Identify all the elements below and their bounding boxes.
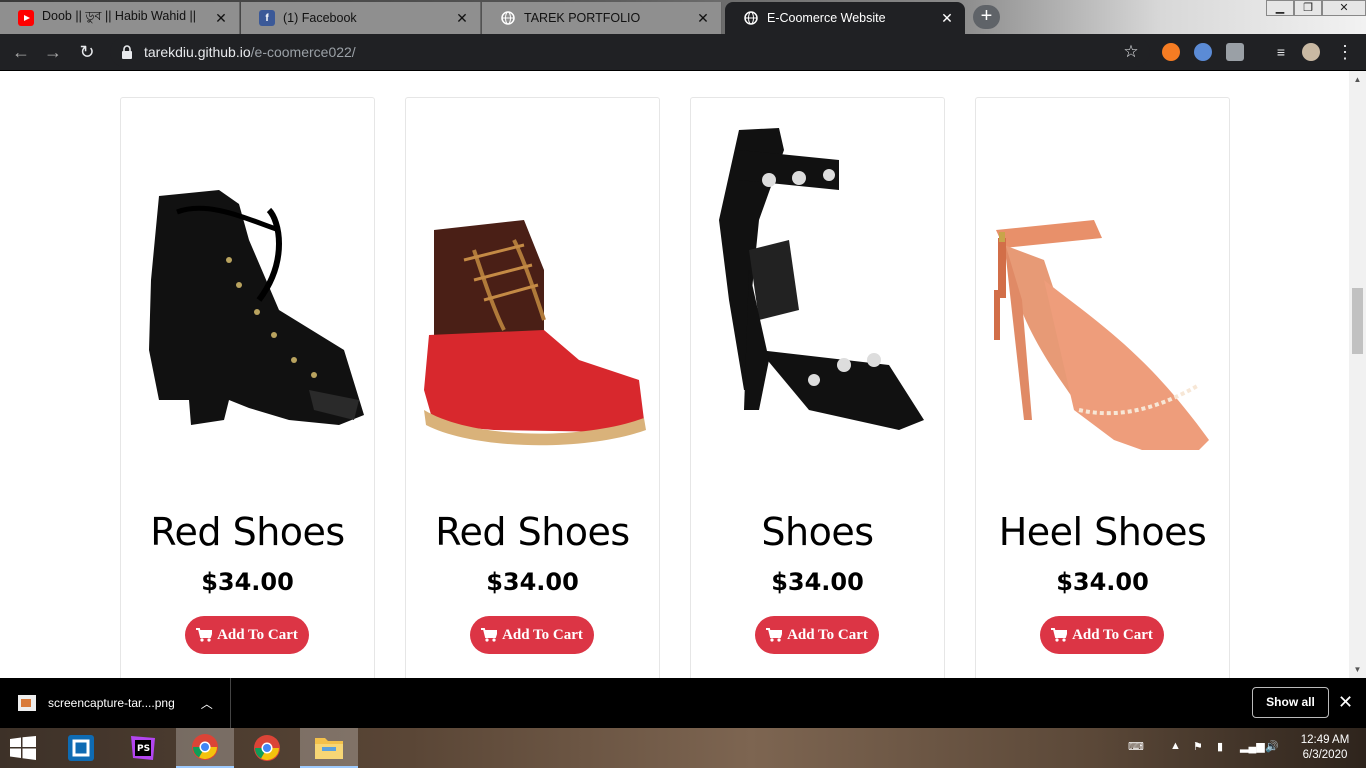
minimize-button[interactable]: ▁ — [1266, 0, 1294, 16]
lock-icon — [122, 45, 132, 59]
add-to-cart-button[interactable]: Add To Cart — [185, 616, 309, 654]
cart-icon — [196, 628, 213, 642]
folder-icon — [315, 738, 343, 759]
taskbar-app-file-explorer[interactable] — [300, 728, 358, 768]
windows-start-icon[interactable] — [10, 736, 36, 760]
tab-facebook[interactable]: f (1) Facebook ✕ — [241, 2, 481, 34]
tab-portfolio[interactable]: TAREK PORTFOLIO ✕ — [482, 2, 722, 34]
url-host: tarekdiu.github.io — [144, 44, 251, 60]
phpstorm-icon: PS — [131, 736, 155, 760]
tab-doob[interactable]: Doob || ডুব || Habib Wahid || ✕ — [0, 2, 240, 34]
url-path: /e-coomerce022/ — [250, 44, 356, 60]
product-name: Heel Shoes — [998, 510, 1207, 554]
scroll-down-arrow-icon[interactable]: ▼ — [1349, 661, 1366, 678]
add-to-cart-button[interactable]: Add To Cart — [1040, 616, 1164, 654]
reload-icon[interactable]: ↻ — [76, 42, 98, 64]
windows-taskbar: PS ⌨ ▲ ⚑ ▮ ▂▄▆ 🔊 12:49 AM 6/3/2020 — [0, 728, 1366, 768]
show-all-button[interactable]: Show all — [1252, 687, 1329, 718]
product-image-jeweled-heel — [719, 128, 924, 430]
facebook-icon: f — [259, 10, 275, 26]
avatar[interactable] — [1302, 43, 1320, 61]
product-price: $34.00 — [201, 568, 294, 596]
add-to-cart-label: Add To Cart — [787, 626, 868, 643]
globe-icon — [743, 10, 759, 26]
scroll-up-arrow-icon[interactable]: ▲ — [1349, 71, 1366, 88]
chrome-icon — [192, 734, 218, 760]
product-image-black-bootie — [149, 190, 364, 425]
product-card: Heel Shoes $34.00 Add To Cart — [975, 97, 1230, 678]
product-price: $34.00 — [1056, 568, 1149, 596]
scrollbar-thumb[interactable] — [1352, 288, 1363, 354]
taskbar-app-chrome[interactable] — [238, 728, 296, 768]
tab-close-icon[interactable]: ✕ — [450, 10, 474, 27]
battery-icon[interactable]: ▮ — [1217, 740, 1223, 753]
download-bar: screencapture-tar....png ︿ Show all ✕ — [0, 678, 1366, 728]
tab-title: (1) Facebook — [283, 11, 357, 25]
product-image-duck-boot — [424, 220, 646, 446]
flag-icon[interactable]: ⚑ — [1193, 740, 1203, 753]
media-control-icon[interactable]: ≡ — [1270, 42, 1292, 64]
product-name: Red Shoes — [435, 510, 630, 554]
tab-title: Doob || ডুব || Habib Wahid || — [42, 9, 196, 23]
taskbar-app-phpstorm[interactable]: PS — [114, 728, 172, 768]
download-item[interactable]: screencapture-tar....png ︿ — [0, 678, 231, 728]
product-card: Red Shoes $34.00 Add To Cart — [120, 97, 375, 678]
add-to-cart-label: Add To Cart — [1072, 626, 1153, 643]
browser-tab-strip: Doob || ডুব || Habib Wahid || ✕ f (1) Fa… — [0, 0, 1366, 34]
browser-toolbar: ← → ↻ tarekdiu.github.io/e-coomerce022/ … — [0, 34, 1366, 71]
image-file-icon — [18, 695, 36, 711]
address-bar[interactable]: tarekdiu.github.io/e-coomerce022/ — [110, 37, 1150, 67]
clock-time: 12:49 AM — [1300, 734, 1350, 746]
back-arrow-icon[interactable]: ← — [10, 42, 32, 64]
camera-icon[interactable] — [1226, 43, 1244, 61]
keyboard-icon[interactable]: ⌨ — [1128, 740, 1144, 753]
forward-arrow-icon[interactable]: → — [42, 42, 64, 64]
bookmark-star-icon[interactable]: ☆ — [1120, 42, 1142, 64]
product-card: Shoes $34.00 Add To Cart — [690, 97, 945, 678]
youtube-icon — [18, 10, 34, 26]
chrome-icon — [254, 735, 280, 761]
product-price: $34.00 — [771, 568, 864, 596]
cart-icon — [766, 628, 783, 642]
product-name: Shoes — [761, 510, 874, 554]
new-tab-button[interactable]: + — [973, 5, 1000, 29]
globe-icon — [500, 10, 516, 26]
menu-icon[interactable]: ⋮ — [1334, 42, 1356, 64]
system-clock[interactable]: 12:49 AM 6/3/2020 — [1290, 733, 1360, 763]
tab-title: E-Coomerce Website — [767, 11, 886, 25]
close-icon[interactable]: ✕ — [1338, 692, 1353, 713]
tab-close-icon[interactable]: ✕ — [935, 10, 959, 27]
window-close-button[interactable]: ✕ — [1322, 0, 1366, 16]
add-to-cart-label: Add To Cart — [217, 626, 298, 643]
page-viewport: Red Shoes $34.00 Add To Cart Red Shoes $… — [0, 71, 1349, 678]
clock-date: 6/3/2020 — [1302, 749, 1348, 761]
tab-ecommerce[interactable]: E-Coomerce Website ✕ — [725, 2, 965, 34]
product-image-coral-pump — [994, 220, 1209, 450]
cart-icon — [481, 628, 498, 642]
product-card: Red Shoes $34.00 Add To Cart — [405, 97, 660, 678]
tab-close-icon[interactable]: ✕ — [209, 10, 233, 27]
taskbar-app-chrome-active[interactable] — [176, 728, 234, 768]
add-to-cart-label: Add To Cart — [502, 626, 583, 643]
add-to-cart-button[interactable]: Add To Cart — [755, 616, 879, 654]
product-name: Red Shoes — [150, 510, 345, 554]
product-price: $34.00 — [486, 568, 579, 596]
extension-icon[interactable] — [1194, 43, 1212, 61]
network-icon[interactable]: ▂▄▆ — [1240, 740, 1265, 753]
tab-close-icon[interactable]: ✕ — [691, 10, 715, 27]
svg-text:PS: PS — [137, 744, 150, 754]
restore-button[interactable]: ❐ — [1294, 0, 1322, 16]
cart-icon — [1051, 628, 1068, 642]
download-file-name: screencapture-tar....png — [48, 696, 175, 710]
tab-title: TAREK PORTFOLIO — [524, 11, 641, 25]
chevron-up-icon[interactable]: ︿ — [201, 695, 213, 712]
editor-app-icon — [68, 735, 94, 761]
vertical-scrollbar[interactable]: ▲ ▼ — [1349, 71, 1366, 678]
add-to-cart-button[interactable]: Add To Cart — [470, 616, 594, 654]
extension-icon[interactable] — [1162, 43, 1180, 61]
volume-icon[interactable]: 🔊 — [1265, 740, 1279, 753]
tray-expand-icon[interactable]: ▲ — [1170, 740, 1181, 752]
taskbar-app-editor[interactable] — [52, 728, 110, 768]
